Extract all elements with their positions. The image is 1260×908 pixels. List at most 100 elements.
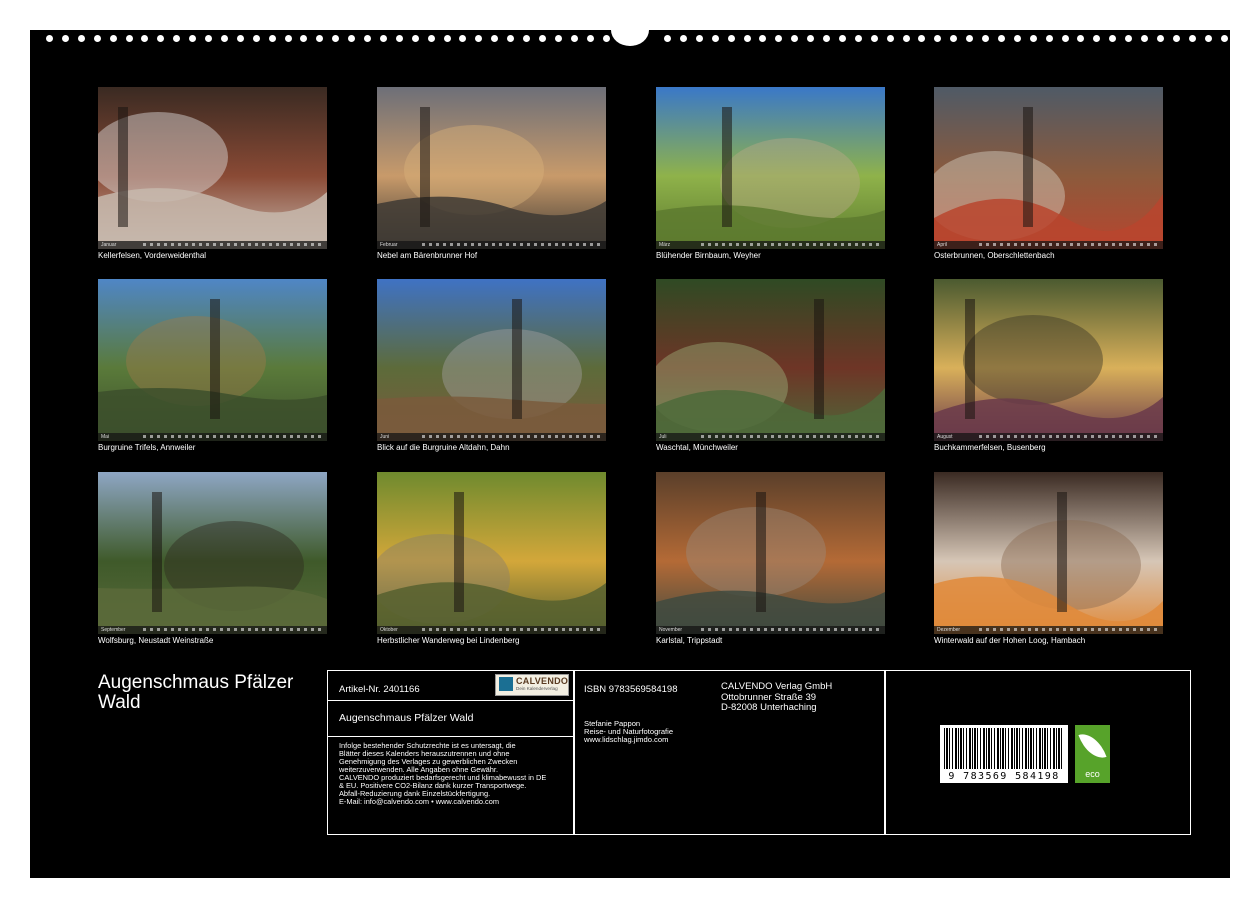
date-strip: April [934,241,1163,249]
binding-hole [807,35,815,42]
leaf-icon [1078,728,1107,764]
binding-hole [93,35,101,42]
binding-hole [775,35,783,42]
logo-tagline: Dein Kalenderverlag [516,686,558,691]
month-tile: Juni Blick auf die Burgruine Altdahn, Dah… [377,279,606,452]
day-markers [422,243,603,246]
eco-badge: eco [1075,725,1110,783]
binding-hole [538,35,546,42]
photo-caption: Blick auf die Burgruine Altdahn, Dahn [377,443,510,452]
binding-hole [759,35,767,42]
binding-hole [695,35,703,42]
binding-hole [679,35,687,42]
month-photo: Juli [656,279,885,441]
binding-hole [950,35,958,42]
photo-caption: Buchkammerfelsen, Busenberg [934,443,1046,452]
binding-hole [934,35,942,42]
binding-hole [189,35,197,42]
binding-hole [854,35,862,42]
month-tile: April Osterbrunnen, Oberschlettenbach [934,87,1163,260]
photo-caption: Burgruine Trifels, Annweiler [98,443,196,452]
hanger-cutout [611,14,649,46]
day-markers [143,243,324,246]
date-strip: August [934,433,1163,441]
binding-hole [743,35,751,42]
month-tile: Juli Waschtal, Münchweiler [656,279,885,452]
date-strip: Dezember [934,626,1163,634]
date-strip: Januar [98,241,327,249]
month-photo: Oktober [377,472,606,634]
binding-hole [1013,35,1021,42]
binding-hole [966,35,974,42]
legal-notice: Infolge bestehender Schutzrechte ist es … [339,742,571,806]
calvendo-logo: CALVENDO Dein Kalenderverlag [495,674,569,696]
photo-caption: Herbstlicher Wanderweg bei Lindenberg [377,636,520,645]
binding-hole [443,35,451,42]
binding-hole [1156,35,1164,42]
binding-hole [284,35,292,42]
binding-hole [838,35,846,42]
month-name: März [659,242,671,248]
binding-hole [1172,35,1180,42]
photo-caption: Wolfsburg, Neustadt Weinstraße [98,636,214,645]
binding-hole [570,35,578,42]
calendar-title: Augenschmaus Pfälzer Wald [98,672,294,713]
binding-hole [1061,35,1069,42]
month-photo: März [656,87,885,249]
binding-hole [46,35,53,42]
month-tile: März Blühender Birnbaum, Weyher [656,87,885,260]
date-strip: Mai [98,433,327,441]
binding-hole [236,35,244,42]
month-photo: September [98,472,327,634]
eco-label: eco [1085,769,1100,779]
barcode-number: 9 783569 584198 [948,771,1060,782]
date-strip: März [656,241,885,249]
binding-hole [870,35,878,42]
day-markers [979,435,1160,438]
binding-hole [523,35,530,42]
binding-hole [1188,35,1196,42]
binding-hole [507,35,515,42]
binding-hole [427,35,435,42]
photo-caption: Winterwald auf der Hohen Loog, Hambach [934,636,1086,645]
binding-hole [252,35,260,42]
month-name: September [101,627,126,633]
binding-hole [982,35,989,42]
month-photo: Februar [377,87,606,249]
binding-hole [157,35,165,42]
month-tile: August Buchkammerfelsen, Busenberg [934,279,1163,452]
photo-caption: Karlstal, Trippstadt [656,636,723,645]
month-photo: Januar [98,87,327,249]
binding-hole [1109,35,1117,42]
month-photo: April [934,87,1163,249]
binding-hole [711,35,719,42]
binding-hole [886,35,894,42]
photo-caption: Waschtal, Münchweiler [656,443,738,452]
date-strip: November [656,626,885,634]
binding-hole [332,35,340,42]
binding-hole [918,35,926,42]
month-photo: Dezember [934,472,1163,634]
month-tile: Oktober Herbstlicher Wanderweg bei Linden… [377,472,606,645]
binding-hole [268,35,276,42]
binding-hole [997,35,1005,42]
month-name: Februar [380,242,398,248]
author-block: Stefanie Pappon Reise- und Naturfotografi… [584,719,673,745]
binding-hole [125,35,133,42]
month-photo: November [656,472,885,634]
publisher-block: CALVENDO Verlag GmbH Ottobrunner Straße 3… [721,681,832,714]
date-strip: September [98,626,327,634]
author-line: www.lidschlag.jimdo.com [584,735,669,745]
month-name: April [937,242,948,248]
binding-hole [664,35,671,42]
month-photo: Juni [377,279,606,441]
month-name: Dezember [937,627,961,633]
month-name: Oktober [380,627,398,633]
binding-hole [220,35,228,42]
month-name: November [659,627,683,633]
binding-hole [316,35,324,42]
day-markers [422,628,603,631]
month-tile: Februar Nebel am Bärenbrunner Hof [377,87,606,260]
binding-hole [727,35,735,42]
binding-hole [823,35,830,42]
